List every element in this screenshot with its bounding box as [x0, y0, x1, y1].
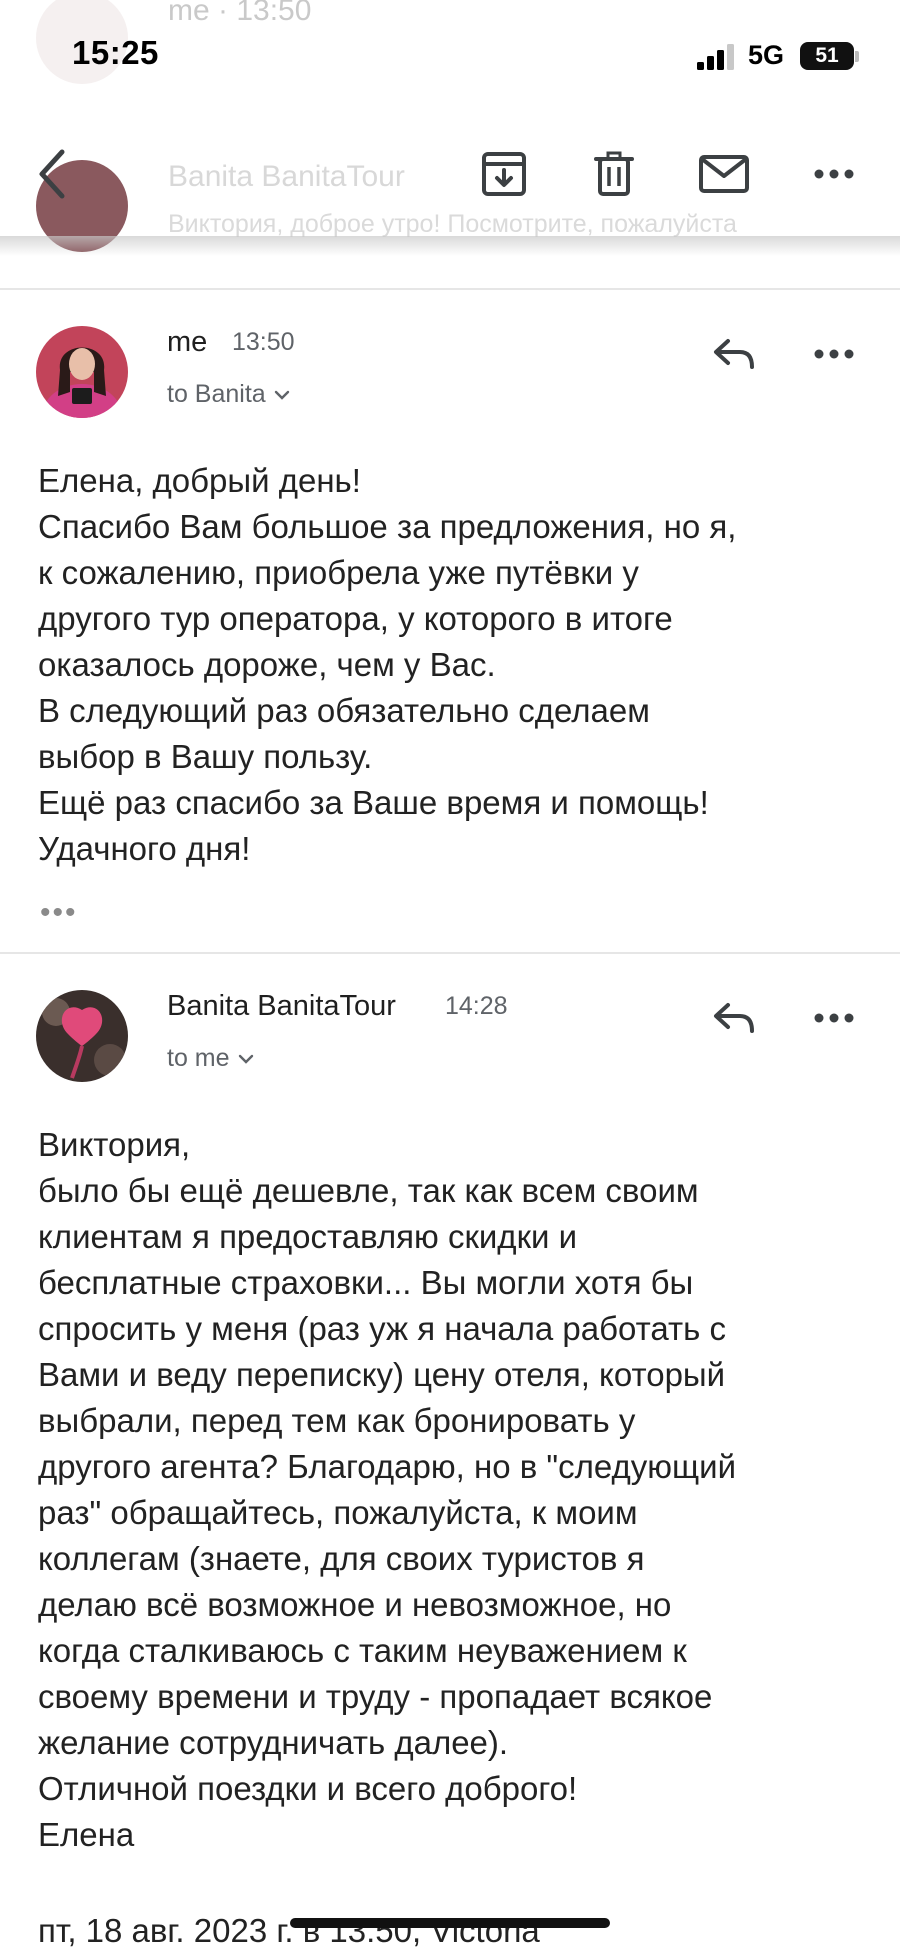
body-line: Виктория, [38, 1126, 191, 1163]
recipient-details-toggle[interactable]: to Banita [167, 380, 290, 409]
reply-icon [714, 339, 754, 369]
toolbar-shadow [0, 236, 900, 256]
body-line: Елена [38, 1816, 135, 1853]
background-snippet: Виктория, доброе утро! Посмотрите, пожал… [168, 210, 737, 238]
show-trimmed-content-button[interactable]: ••• [40, 896, 78, 930]
avatar-photo-woman [36, 326, 128, 418]
mark-unread-button[interactable] [692, 142, 756, 206]
mark-unread-icon [699, 155, 749, 193]
archive-icon [482, 152, 526, 196]
body-line: другого тур оператора, у которого в итог… [38, 600, 673, 637]
message-more-button[interactable] [802, 322, 866, 386]
recipient-details-toggle[interactable]: to me [167, 1044, 254, 1073]
body-line: желание сотрудничать далее). [38, 1724, 509, 1761]
sender-avatar[interactable] [36, 326, 128, 418]
body-line: выбор в Вашу пользу. [38, 738, 373, 775]
background-sender: Banita BanitaTour [168, 160, 405, 193]
avatar-pink-flower [36, 990, 128, 1082]
body-line: бесплатные страховки... Вы могли хотя бы [38, 1264, 694, 1301]
body-line: выбрали, перед тем как бронировать у [38, 1402, 636, 1439]
signal-icon [697, 44, 734, 70]
more-options-button[interactable] [802, 142, 866, 206]
body-line: Спасибо Вам большое за предложения, но я… [38, 508, 737, 545]
body-line: Отличной поездки и всего доброго! [38, 1770, 578, 1807]
message-time: 13:50 [232, 328, 295, 356]
delete-button[interactable] [582, 142, 646, 206]
recipient-label: to me [167, 1044, 230, 1072]
network-type: 5G [748, 40, 785, 70]
sender-name: Banita BanitaTour [167, 990, 396, 1022]
back-button[interactable] [20, 142, 84, 206]
body-line: было бы ещё дешевле, так как всем своим [38, 1172, 699, 1209]
body-line: Вами и веду переписку) цену отеля, котор… [38, 1356, 726, 1393]
body-line: В следующий раз обязательно сделаем [38, 692, 650, 729]
body-line: оказалось дороже, чем у Вас. [38, 646, 496, 683]
more-icon [814, 169, 854, 179]
message-more-button[interactable] [802, 986, 866, 1050]
body-line: делаю всё возможное и невозможное, но [38, 1586, 672, 1623]
background-sender: me · 13:50 [168, 0, 312, 27]
sender-avatar[interactable] [36, 990, 128, 1082]
body-line: спросить у меня (раз уж я начала работат… [38, 1310, 726, 1347]
body-line: Ещё раз спасибо за Ваше время и помощь! [38, 784, 709, 821]
sender-name: me [167, 326, 208, 358]
divider [0, 952, 900, 954]
battery-level: 51 [815, 44, 839, 67]
body-line: Удачного дня! [38, 830, 251, 867]
battery-icon: 51 [800, 42, 854, 70]
reply-button[interactable] [702, 986, 766, 1050]
status-time: 15:25 [72, 34, 159, 71]
reply-button[interactable] [702, 322, 766, 386]
battery-tip [855, 51, 859, 62]
chevron-down-icon [274, 390, 289, 400]
message-time: 14:28 [445, 992, 508, 1020]
message-body: Виктория, было бы ещё дешевле, так как в… [38, 1122, 736, 1858]
home-indicator [290, 1918, 610, 1928]
archive-button[interactable] [472, 142, 536, 206]
body-line: другого агента? Благодарю, но в "следующ… [38, 1448, 737, 1485]
reply-icon [714, 1003, 754, 1033]
back-icon [39, 149, 65, 199]
body-line: коллегам (знаете, для своих туристов я [38, 1540, 645, 1577]
more-icon [814, 349, 854, 359]
quoted-header: пт, 18 авг. 2023 г. в 13:50, Victoria [38, 1912, 540, 1949]
body-line: Елена, добрый день! [38, 462, 361, 499]
body-line: к сожалению, приобрела уже путёвки у [38, 554, 639, 591]
divider [0, 288, 900, 290]
more-icon [814, 1013, 854, 1023]
body-line: клиентам я предоставляю скидки и [38, 1218, 578, 1255]
body-line: раз" обращайтесь, пожалуйста, к моим [38, 1494, 638, 1531]
delete-icon [594, 151, 634, 196]
recipient-label: to Banita [167, 380, 266, 408]
body-line: когда сталкиваюсь с таким неуважением к [38, 1632, 687, 1669]
message-body: Елена, добрый день! Спасибо Вам большое … [38, 458, 736, 872]
chevron-down-icon [238, 1054, 253, 1064]
body-line: своему времени и труду - пропадает всяко… [38, 1678, 713, 1715]
